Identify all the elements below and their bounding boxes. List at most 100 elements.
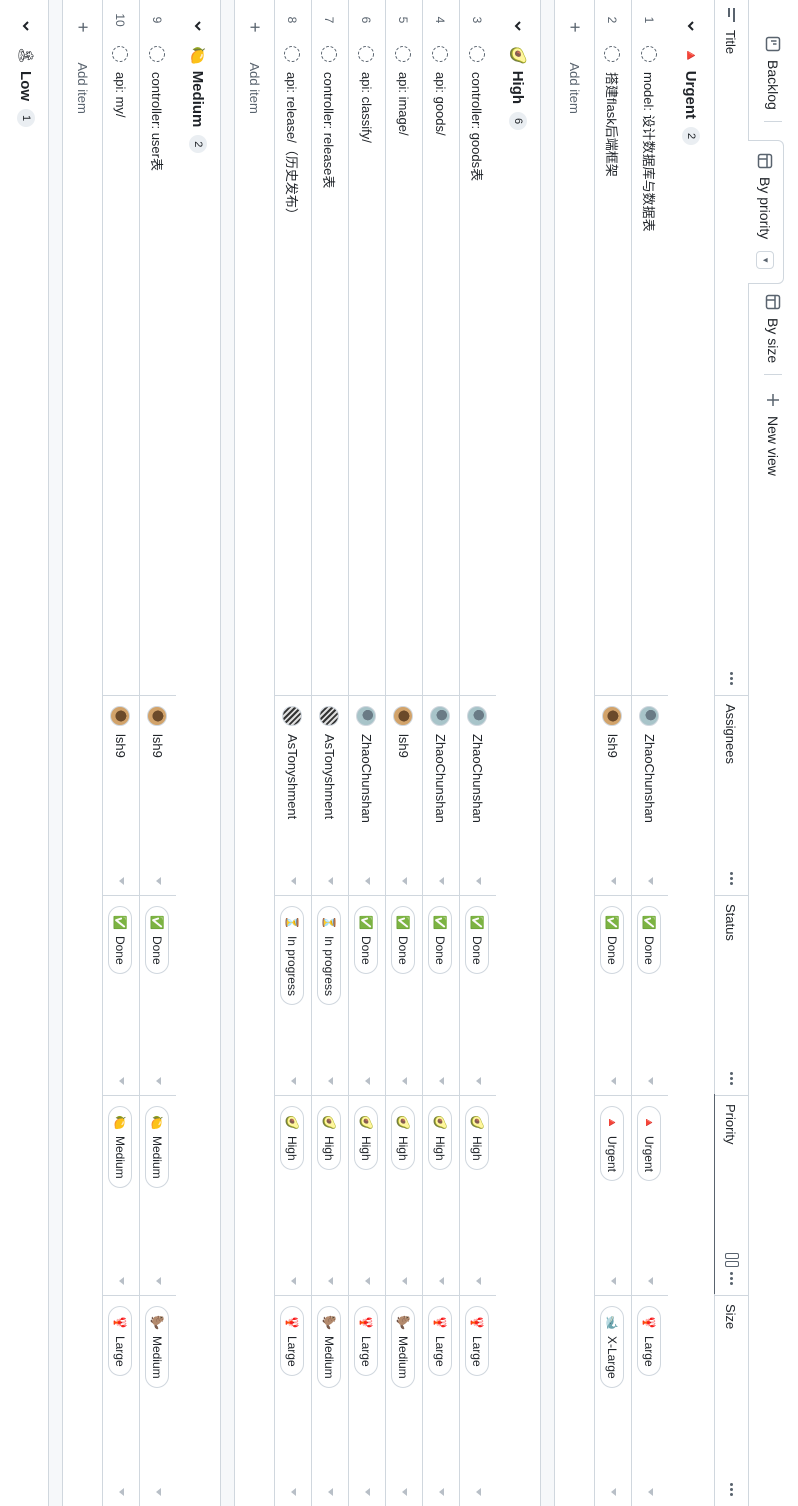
item-title[interactable]: model: 设计数据库与数据表 xyxy=(640,72,659,232)
assignee-cell[interactable]: lsh9 xyxy=(594,696,631,896)
add-item-button[interactable]: + Add item xyxy=(554,0,594,1506)
dropdown-caret-icon[interactable] xyxy=(328,877,333,885)
priority-cell[interactable]: 🔺 Urgent xyxy=(594,1096,631,1296)
size-cell[interactable]: 🦞 Large xyxy=(459,1296,496,1506)
item-title[interactable]: api: image/ xyxy=(396,72,411,136)
item-title[interactable]: api: release/（历史发布） xyxy=(283,72,302,221)
dropdown-caret-icon[interactable] xyxy=(402,1488,407,1496)
assignee-cell[interactable]: ZhaoChunshan xyxy=(422,696,459,896)
table-row[interactable]: 3 controller: goods表 ZhaoChunshan ✅ Done 🥑 Hig… xyxy=(459,0,496,1506)
chevron-down-icon[interactable] xyxy=(190,18,206,34)
title-cell[interactable]: 7 controller: release表 xyxy=(311,0,348,696)
priority-cell[interactable]: 🍋 Medium xyxy=(102,1096,139,1296)
priority-cell[interactable]: 🥑 High xyxy=(459,1096,496,1296)
chevron-down-icon[interactable] xyxy=(18,18,34,34)
dropdown-caret-icon[interactable] xyxy=(611,877,616,885)
dropdown-caret-icon[interactable] xyxy=(402,877,407,885)
status-cell[interactable]: ✅ Done xyxy=(422,896,459,1096)
status-cell[interactable]: ✅ Done xyxy=(631,896,668,1096)
dropdown-caret-icon[interactable] xyxy=(291,877,296,885)
table-row[interactable]: 4 api: goods/ZhaoChunshan ✅ Done 🥑 High 🦞 Large xyxy=(422,0,459,1506)
column-header-priority[interactable]: Priority xyxy=(714,1096,748,1296)
table-row[interactable]: 6 api: classify/ZhaoChunshan ✅ Done 🥑 High 🦞 La… xyxy=(348,0,385,1506)
title-cell[interactable]: 5 api: image/ xyxy=(385,0,422,696)
column-header-assignees[interactable]: Assignees xyxy=(714,696,748,896)
dropdown-caret-icon[interactable] xyxy=(328,1488,333,1496)
table-row[interactable]: 1 model: 设计数据库与数据表 ZhaoChunshan ✅ Done 🔺 Urgen… xyxy=(631,0,668,1506)
size-cell[interactable]: 🐋 X-Large xyxy=(594,1296,631,1506)
dropdown-caret-icon[interactable] xyxy=(365,1488,370,1496)
dropdown-caret-icon[interactable] xyxy=(402,1077,407,1085)
dropdown-caret-icon[interactable] xyxy=(476,877,481,885)
size-cell[interactable]: 🦞 Large xyxy=(631,1296,668,1506)
dropdown-caret-icon[interactable] xyxy=(439,1077,444,1085)
item-title[interactable]: api: classify/ xyxy=(359,72,374,143)
assignee-cell[interactable]: AsTonyshment xyxy=(274,696,311,896)
priority-cell[interactable]: 🥑 High xyxy=(348,1096,385,1296)
status-cell[interactable]: ✅ Done xyxy=(139,896,176,1096)
table-row[interactable]: 7 controller: release表 AsTonyshment ⏳ In pro… xyxy=(311,0,348,1506)
assignee-cell[interactable]: AsTonyshment xyxy=(311,696,348,896)
assignee-cell[interactable]: lsh9 xyxy=(102,696,139,896)
dropdown-caret-icon[interactable] xyxy=(156,877,161,885)
title-cell[interactable]: 8 api: release/（历史发布） xyxy=(274,0,311,696)
column-menu-icon[interactable] xyxy=(730,672,733,685)
table-row[interactable]: 10 api: my/lsh9 ✅ Done 🍋 Medium 🦞 Large xyxy=(102,0,139,1506)
assignee-cell[interactable]: lsh9 xyxy=(385,696,422,896)
column-header-title[interactable]: Title xyxy=(714,0,748,696)
dropdown-caret-icon[interactable] xyxy=(365,1077,370,1085)
column-menu-icon[interactable] xyxy=(730,872,733,885)
dropdown-caret-icon[interactable] xyxy=(328,1277,333,1285)
assignee-cell[interactable]: ZhaoChunshan xyxy=(459,696,496,896)
assignee-cell[interactable]: lsh9 xyxy=(139,696,176,896)
dropdown-caret-icon[interactable] xyxy=(476,1077,481,1085)
size-cell[interactable]: 🦞 Large xyxy=(274,1296,311,1506)
dropdown-caret-icon[interactable] xyxy=(365,1277,370,1285)
status-cell[interactable]: ✅ Done xyxy=(348,896,385,1096)
sort-icon[interactable] xyxy=(725,8,737,22)
group-header-low[interactable]: 🏝 Low 1 xyxy=(4,0,48,1506)
size-cell[interactable]: 🦞 Large xyxy=(102,1296,139,1506)
dropdown-caret-icon[interactable] xyxy=(439,1488,444,1496)
title-cell[interactable]: 2 搭建flask后端框架 xyxy=(594,0,631,696)
item-title[interactable]: controller: user表 xyxy=(148,72,167,171)
column-header-status[interactable]: Status xyxy=(714,896,748,1096)
group-header-urgent[interactable]: 🔺 Urgent 2 xyxy=(668,0,714,1506)
priority-cell[interactable]: 🥑 High xyxy=(422,1096,459,1296)
size-cell[interactable]: 🦞 Large xyxy=(348,1296,385,1506)
priority-cell[interactable]: 🥑 High xyxy=(385,1096,422,1296)
size-cell[interactable]: 🦫 Medium xyxy=(385,1296,422,1506)
dropdown-caret-icon[interactable] xyxy=(119,1277,124,1285)
dropdown-caret-icon[interactable] xyxy=(119,1488,124,1496)
item-title[interactable]: controller: goods表 xyxy=(468,72,487,181)
dropdown-caret-icon[interactable] xyxy=(402,1277,407,1285)
table-row[interactable]: 8 api: release/（历史发布） AsTonyshment ⏳ In prog… xyxy=(274,0,311,1506)
group-header-medium[interactable]: 🍋 Medium 2 xyxy=(176,0,220,1506)
tab-new-view[interactable]: New view xyxy=(748,392,798,476)
dropdown-caret-icon[interactable] xyxy=(648,877,653,885)
size-cell[interactable]: 🦞 Large xyxy=(422,1296,459,1506)
dropdown-caret-icon[interactable] xyxy=(611,1077,616,1085)
add-item-button[interactable]: + Add item xyxy=(62,0,102,1506)
item-title[interactable]: controller: release表 xyxy=(320,72,339,188)
chevron-down-icon[interactable] xyxy=(510,18,526,34)
title-cell[interactable]: 10 api: my/ xyxy=(102,0,139,696)
tab-by-size[interactable]: By size xyxy=(748,294,798,376)
dropdown-caret-icon[interactable] xyxy=(648,1277,653,1285)
title-cell[interactable]: 6 api: classify/ xyxy=(348,0,385,696)
table-row[interactable]: 2 搭建flask后端框架 lsh9 ✅ Done 🔺 Urgent 🐋 X-Large xyxy=(594,0,631,1506)
column-menu-icon[interactable] xyxy=(730,1272,733,1285)
status-cell[interactable]: ✅ Done xyxy=(594,896,631,1096)
dropdown-caret-icon[interactable] xyxy=(119,877,124,885)
dropdown-caret-icon[interactable] xyxy=(365,877,370,885)
status-cell[interactable]: ✅ Done xyxy=(385,896,422,1096)
dropdown-caret-icon[interactable] xyxy=(476,1488,481,1496)
table-row[interactable]: 5 api: image/lsh9 ✅ Done 🥑 High 🦫 Medium xyxy=(385,0,422,1506)
dropdown-caret-icon[interactable] xyxy=(328,1077,333,1085)
dropdown-caret-icon[interactable] xyxy=(476,1277,481,1285)
dropdown-caret-icon[interactable] xyxy=(156,1077,161,1085)
dropdown-caret-icon[interactable] xyxy=(611,1488,616,1496)
assignee-cell[interactable]: ZhaoChunshan xyxy=(631,696,668,896)
tab-backlog[interactable]: Backlog xyxy=(748,36,798,122)
dropdown-caret-icon[interactable] xyxy=(611,1277,616,1285)
